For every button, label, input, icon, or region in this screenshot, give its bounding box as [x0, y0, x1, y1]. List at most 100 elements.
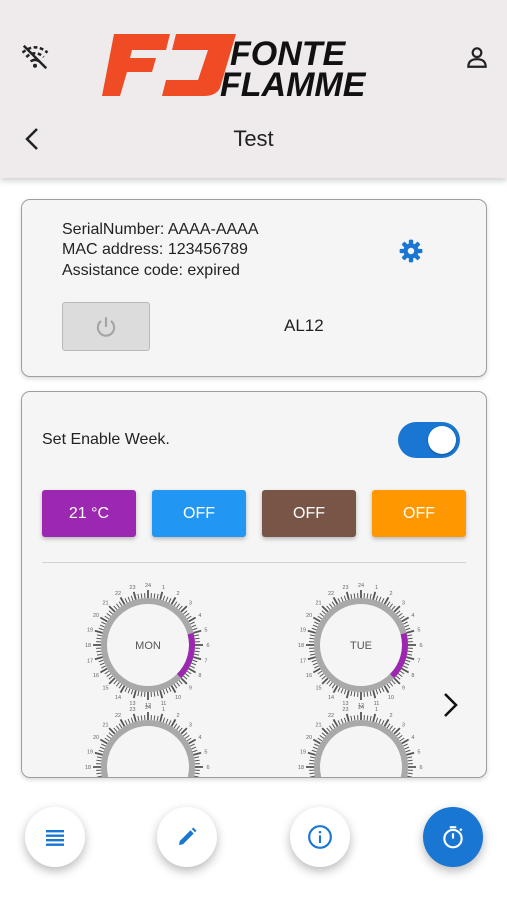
hour-label: 7: [204, 659, 207, 665]
hour-label: 20: [306, 735, 312, 741]
power-button[interactable]: [62, 302, 150, 351]
hour-label: 21: [103, 601, 109, 607]
hour-label: 3: [402, 723, 405, 729]
hour-label: 6: [419, 643, 422, 649]
day-label: MON: [135, 640, 161, 652]
hour-label: 22: [328, 591, 334, 597]
hour-label: 22: [328, 713, 334, 719]
temp-button-1[interactable]: 21 °C: [42, 490, 136, 537]
hour-label: 14: [328, 695, 334, 701]
hour-label: 1: [162, 707, 165, 713]
day-dial[interactable]: 241234567891011121314151617181920212223: [85, 705, 210, 778]
mac-address-text: MAC address: 123456789: [62, 241, 248, 258]
hour-label: 16: [306, 673, 312, 679]
hour-label: 4: [198, 735, 201, 741]
hour-label: 14: [115, 695, 121, 701]
hour-label: 15: [316, 685, 322, 691]
day-dial[interactable]: 24 1234567891011121314151617181920212223M…: [85, 583, 210, 709]
hour-label: 24: [358, 583, 364, 589]
hour-label: 19: [87, 749, 93, 755]
day-dial[interactable]: 241234567891011121314151617181920212223: [298, 705, 423, 778]
hour-label: 5: [204, 749, 207, 755]
hour-label: 1: [162, 585, 165, 591]
hour-label: 3: [189, 723, 192, 729]
hour-label: 3: [189, 601, 192, 607]
user-icon[interactable]: [460, 40, 494, 74]
hour-label: 5: [204, 627, 207, 633]
assistance-code-text: Assistance code: expired: [62, 262, 240, 279]
hour-label: 17: [300, 659, 306, 665]
page-title: Test: [233, 126, 274, 151]
hour-label: 4: [411, 613, 414, 619]
device-info-card: SerialNumber: AAAA-AAAA MAC address: 123…: [21, 199, 487, 377]
enable-week-toggle[interactable]: [398, 422, 460, 458]
list-icon: [46, 830, 64, 846]
hour-label: 1: [375, 585, 378, 591]
hour-label: 21: [316, 723, 322, 729]
hour-label: 23: [129, 585, 135, 591]
temp-button-3[interactable]: OFF: [262, 490, 356, 537]
hour-label: 22: [115, 713, 121, 719]
hour-label: 23: [342, 707, 348, 713]
hour-label: 8: [411, 673, 414, 679]
hour-label: 22: [115, 591, 121, 597]
hour-label: 24: [145, 705, 151, 711]
list-button[interactable]: [25, 807, 85, 867]
timer-button[interactable]: [423, 807, 483, 867]
day-dials[interactable]: 24 1234567891011121314151617181920212223M…: [22, 582, 486, 778]
hour-label: 4: [198, 613, 201, 619]
hour-label: 4: [411, 735, 414, 741]
hour-label: 19: [87, 627, 93, 633]
hour-label: 10: [388, 695, 394, 701]
hour-label: 5: [417, 749, 420, 755]
fonte-flamme-logo: FONTE FLAMME: [100, 26, 410, 104]
hour-label: 24: [145, 583, 151, 589]
hour-label: 2: [176, 591, 179, 597]
hour-label: 19: [300, 749, 306, 755]
hour-label: 6: [206, 643, 209, 649]
hour-label: 20: [93, 735, 99, 741]
hour-label: 19: [300, 627, 306, 633]
edit-button[interactable]: [157, 807, 217, 867]
hour-label: 1: [375, 707, 378, 713]
hour-label: 9: [402, 685, 405, 691]
hour-label: 7: [417, 659, 420, 665]
hour-label: 2: [389, 713, 392, 719]
logo-text-bottom: FLAMME: [220, 66, 367, 102]
power-icon: [96, 316, 116, 337]
hour-label: 10: [175, 695, 181, 701]
hour-label: 21: [316, 601, 322, 607]
hour-label: 18: [298, 765, 304, 771]
hour-label: 24: [358, 705, 364, 711]
temp-button-4[interactable]: OFF: [372, 490, 466, 537]
temp-button-2[interactable]: OFF: [152, 490, 246, 537]
hour-label: 18: [298, 643, 304, 649]
hour-label: 17: [87, 659, 93, 665]
hour-label: 6: [419, 765, 422, 771]
hour-label: 2: [176, 713, 179, 719]
hour-label: 23: [342, 585, 348, 591]
hour-label: 21: [103, 723, 109, 729]
enable-week-label: Set Enable Week.: [42, 431, 170, 448]
hour-label: 2: [389, 591, 392, 597]
app-header: FONTE FLAMME Test: [0, 0, 507, 178]
chevron-right-icon[interactable]: [436, 688, 464, 722]
hour-label: 6: [206, 765, 209, 771]
hour-label: 3: [402, 601, 405, 607]
hour-label: 20: [306, 613, 312, 619]
divider: [42, 562, 466, 563]
hour-label: 23: [129, 707, 135, 713]
day-label: TUE: [350, 640, 372, 652]
timer-icon: [443, 826, 463, 849]
day-dial[interactable]: 24 1234567891011121314151617181920212223T…: [298, 583, 423, 709]
hour-label: 15: [103, 685, 109, 691]
info-button[interactable]: [290, 807, 350, 867]
hour-label: 9: [189, 685, 192, 691]
gear-icon[interactable]: [398, 238, 424, 264]
pencil-icon: [179, 827, 197, 845]
hour-label: 20: [93, 613, 99, 619]
wifi-off-icon[interactable]: [18, 40, 52, 74]
toggle-knob: [428, 426, 456, 454]
week-schedule-card: Set Enable Week. 21 °C OFF OFF OFF 24 1 2 3…: [21, 391, 487, 778]
hour-label: 5: [417, 627, 420, 633]
